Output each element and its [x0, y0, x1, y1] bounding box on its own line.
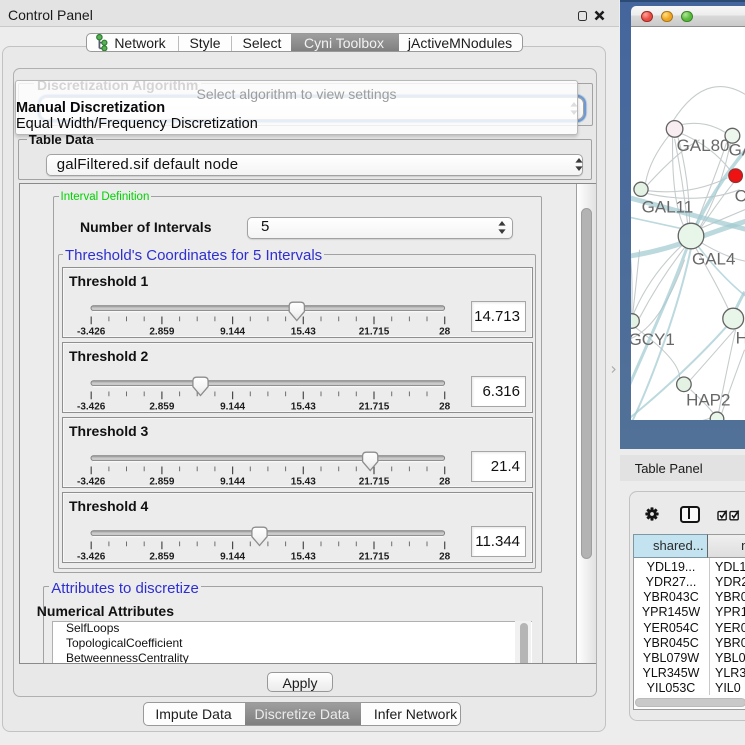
svg-text:9.144: 9.144	[220, 477, 245, 488]
svg-text:2.859: 2.859	[149, 552, 174, 563]
svg-text:28: 28	[439, 552, 451, 563]
svg-text:21.715: 21.715	[359, 552, 390, 563]
svg-text:21.715: 21.715	[359, 477, 390, 488]
svg-text:GAL2: GAL2	[729, 141, 745, 160]
svg-text:9.144: 9.144	[220, 552, 245, 563]
svg-text:21.715: 21.715	[359, 327, 390, 338]
svg-text:-3.426: -3.426	[77, 552, 106, 563]
svg-text:-3.426: -3.426	[77, 402, 106, 413]
svg-text:GAL4: GAL4	[692, 250, 735, 269]
svg-text:15.43: 15.43	[291, 402, 316, 413]
svg-text:15.43: 15.43	[291, 552, 316, 563]
svg-text:9.144: 9.144	[220, 327, 245, 338]
svg-text:-3.426: -3.426	[77, 477, 106, 488]
svg-text:2.859: 2.859	[149, 327, 174, 338]
svg-text:-3.426: -3.426	[77, 327, 106, 338]
svg-text:28: 28	[439, 477, 451, 488]
svg-text:CDC: CDC	[735, 187, 745, 206]
svg-text:2.859: 2.859	[149, 477, 174, 488]
svg-text:GCY1: GCY1	[631, 330, 675, 349]
svg-text:HAP2: HAP2	[686, 391, 730, 410]
svg-text:GAL11: GAL11	[642, 198, 694, 217]
svg-text:21.715: 21.715	[359, 402, 390, 413]
svg-text:9.144: 9.144	[220, 402, 245, 413]
svg-text:28: 28	[439, 327, 451, 338]
svg-text:2.859: 2.859	[149, 402, 174, 413]
svg-text:GAL80: GAL80	[677, 136, 730, 155]
svg-text:28: 28	[439, 402, 451, 413]
svg-text:15.43: 15.43	[291, 477, 316, 488]
svg-text:HSF1: HSF1	[736, 329, 745, 348]
svg-text:15.43: 15.43	[291, 327, 316, 338]
